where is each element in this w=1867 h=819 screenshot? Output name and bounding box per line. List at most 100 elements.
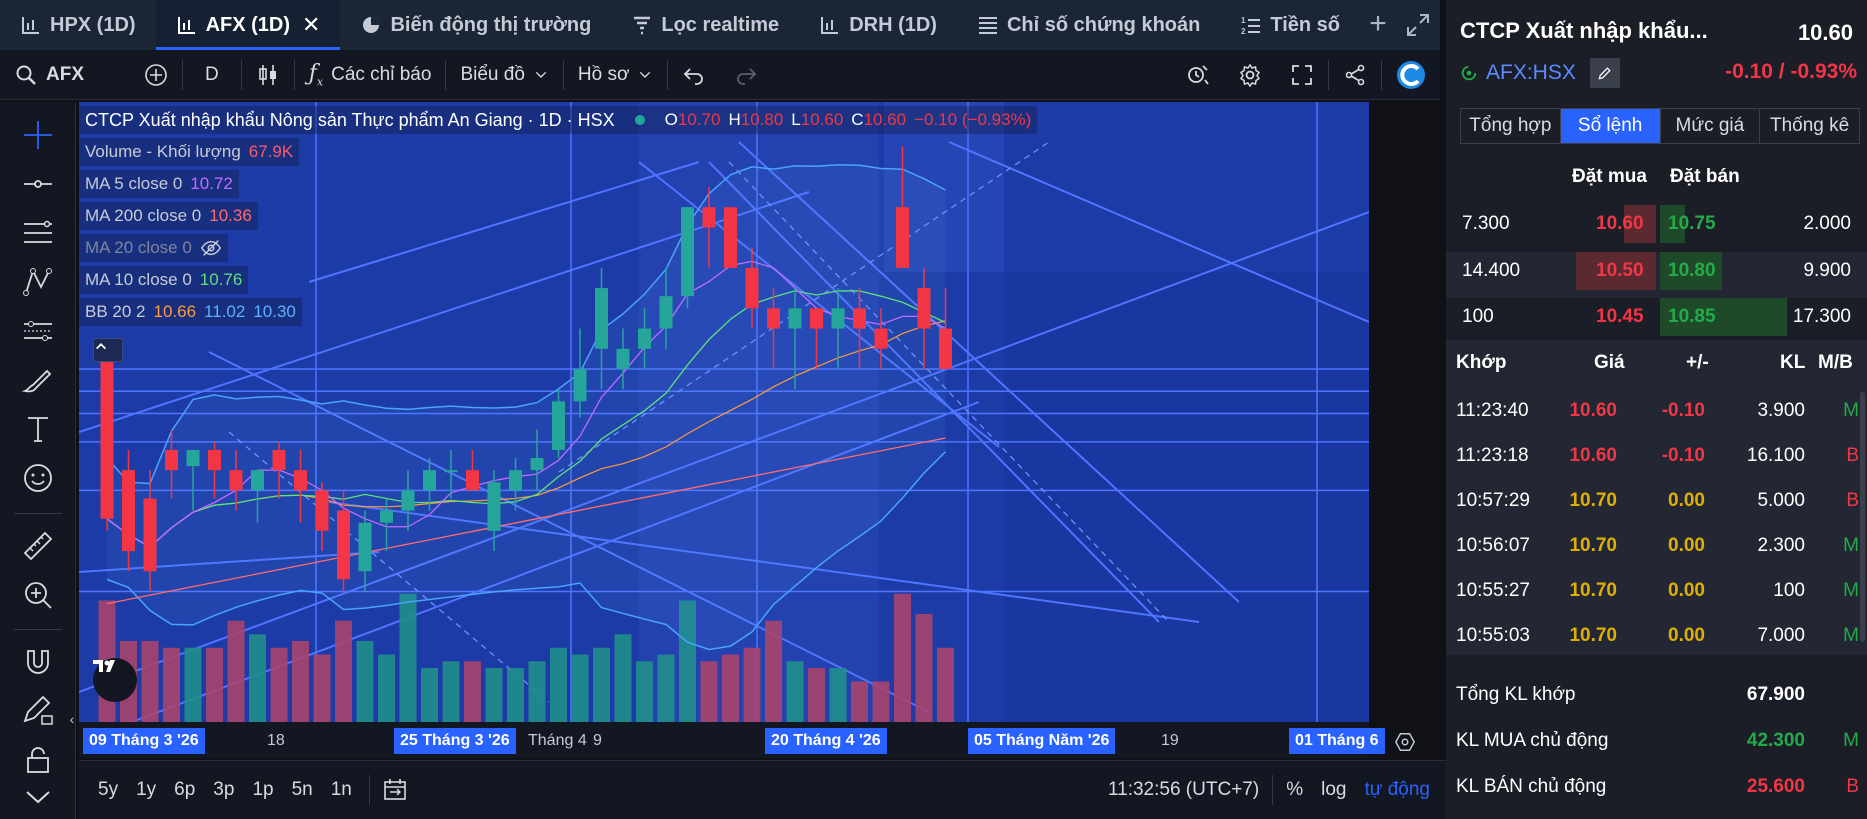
volume-bar [786, 661, 804, 722]
tab-hpx[interactable]: HPX (1D) [0, 0, 156, 50]
percent-scale-toggle[interactable]: % [1277, 779, 1312, 801]
edit-button[interactable] [1589, 58, 1620, 88]
range-1n[interactable]: 1n [322, 779, 361, 801]
orderbook-row[interactable]: 100 10.45 10.85 17.300 [1446, 298, 1867, 344]
tab-chi-so[interactable]: Chỉ số chứng khoán [957, 0, 1220, 50]
symbol-panel: CTCP Xuất nhập khẩu... 10.60 AFX:HSX -0.… [1446, 0, 1867, 819]
text-tool[interactable] [18, 409, 58, 449]
tab-so-lenh[interactable]: Sổ lệnh [1560, 109, 1661, 143]
candle-body [122, 470, 135, 552]
settings-button[interactable] [1224, 50, 1276, 100]
match-row[interactable]: 10:57:29 10.70 0.00 5.000 B [1446, 478, 1867, 523]
more-tools[interactable] [18, 784, 58, 814]
tab-thong-ke[interactable]: Thống kê [1760, 109, 1859, 143]
crosshair-tool[interactable] [18, 115, 58, 155]
add-tab-icon[interactable]: + [1363, 8, 1393, 42]
range-5y[interactable]: 5y [89, 779, 127, 801]
axis-settings-button[interactable] [1390, 727, 1420, 757]
profile-menu-button[interactable]: Hồ sơ [564, 50, 668, 100]
tab-bien-dong[interactable]: Biến động thị trường [340, 0, 611, 50]
match-time-header: Khớp [1456, 352, 1507, 373]
plus-circle-icon [145, 63, 167, 86]
summary-label: KL MUA chủ động [1456, 730, 1609, 751]
volume-bar [614, 634, 632, 722]
close-tab-icon[interactable]: ✕ [302, 12, 320, 38]
tab-drh[interactable]: DRH (1D) [799, 0, 957, 50]
zoom-tool[interactable] [18, 575, 58, 615]
volume-bar [464, 661, 481, 722]
brush-icon [21, 369, 52, 393]
collapse-panel-handle[interactable]: ‹ [66, 704, 78, 734]
match-row[interactable]: 10:56:07 10.70 0.00 2.300 M [1446, 523, 1867, 568]
candle-body [702, 207, 716, 228]
emoji-tool[interactable] [18, 458, 58, 498]
range-1p[interactable]: 1p [243, 779, 282, 801]
brush-tool[interactable] [18, 360, 58, 400]
compare-button[interactable] [130, 50, 182, 100]
calendar-range-icon[interactable] [382, 777, 408, 803]
list-icon [978, 17, 997, 34]
tab-tien-so[interactable]: 1 2 Tiền số [1220, 0, 1360, 50]
orderbook-row[interactable]: 14.400 10.50 10.80 9.900 [1446, 252, 1867, 298]
range-5n[interactable]: 5n [283, 779, 322, 801]
tab-tong-hop[interactable]: Tổng hợp [1461, 109, 1561, 143]
forecast-tool[interactable] [18, 311, 58, 351]
symbol-search[interactable]: AFX [0, 50, 130, 100]
volume-bar [184, 647, 202, 722]
summary-value: 67.900 [1746, 684, 1805, 705]
share-button[interactable] [1329, 50, 1381, 100]
ruler-tool[interactable] [18, 526, 58, 566]
draw-mode-tool[interactable] [18, 691, 58, 731]
svg-text:1: 1 [1241, 16, 1246, 25]
range-1y[interactable]: 1y [127, 779, 165, 801]
lock-tool[interactable] [18, 740, 58, 780]
tab-label: DRH (1D) [849, 13, 937, 36]
candle-type-button[interactable] [242, 50, 294, 100]
tab-label: Lọc realtime [661, 13, 780, 36]
summary-side: M [1843, 730, 1859, 751]
summary-label: Tổng KL khớp [1456, 684, 1576, 705]
volume-bar [378, 654, 395, 722]
match-row[interactable]: 10:55:27 10.70 0.00 100 M [1446, 568, 1867, 613]
tab-muc-gia[interactable]: Mức giá [1661, 109, 1761, 143]
tab-loc-realtime[interactable]: Lọc realtime [611, 0, 799, 50]
redo-button[interactable] [720, 50, 772, 100]
range-6p[interactable]: 6p [165, 779, 204, 801]
trendline-tool[interactable] [18, 164, 58, 204]
tab-afx[interactable]: AFX (1D) ✕ [155, 0, 341, 50]
scrollbar[interactable] [1860, 392, 1865, 642]
volume-bar [808, 668, 825, 722]
summary-value: 42.300 [1746, 730, 1805, 751]
price-chart[interactable]: CTCP Xuất nhập khẩu Nông sản Thực phẩm A… [79, 102, 1369, 725]
chart-canvas[interactable] [79, 102, 1369, 725]
match-row[interactable]: 11:23:40 10.60 -0.10 3.900 M [1446, 388, 1867, 433]
tab-label: AFX (1D) [205, 13, 291, 36]
tab-label: Biến động thị trường [390, 13, 592, 36]
match-row[interactable]: 10:55:03 10.70 0.00 7.000 M [1446, 613, 1867, 658]
fullscreen-button[interactable] [1276, 50, 1328, 100]
volume-bar [442, 661, 460, 722]
match-row[interactable]: 11:23:18 10.60 -0.10 16.100 B [1446, 433, 1867, 478]
alert-button[interactable] [1172, 50, 1224, 100]
fib-tool[interactable] [18, 213, 58, 253]
auto-scale-toggle[interactable]: tự động [1355, 779, 1446, 801]
undo-button[interactable] [668, 50, 720, 100]
collapse-legend-button[interactable] [93, 338, 123, 362]
chart-menu-button[interactable]: Biểu đồ [446, 50, 562, 100]
interval-button[interactable]: D [183, 50, 241, 100]
match-price: 10.70 [1569, 580, 1617, 601]
magnet-tool[interactable] [18, 642, 58, 682]
orderbook-row[interactable]: 7.300 10.60 10.75 2.000 [1446, 205, 1867, 251]
range-3p[interactable]: 3p [204, 779, 243, 801]
log-scale-toggle[interactable]: log [1312, 779, 1355, 801]
indicators-button[interactable]: ƒx Các chỉ báo [295, 50, 446, 100]
tradingview-logo[interactable] [93, 658, 137, 702]
pattern-tool[interactable] [18, 262, 58, 302]
ticker-text[interactable]: AFX:HSX [1486, 61, 1576, 85]
tab-label: Tiền số [1270, 13, 1341, 36]
time-axis[interactable]: 09 Tháng 3 '26 18 25 Tháng 3 '26 Tháng 4 9 20… [79, 722, 1385, 758]
expand-icon[interactable] [1405, 12, 1431, 38]
svg-text:2: 2 [1241, 27, 1246, 36]
clock-time[interactable]: 11:32:56 (UTC+7) [1099, 779, 1268, 801]
pie-chart-icon [363, 17, 380, 33]
